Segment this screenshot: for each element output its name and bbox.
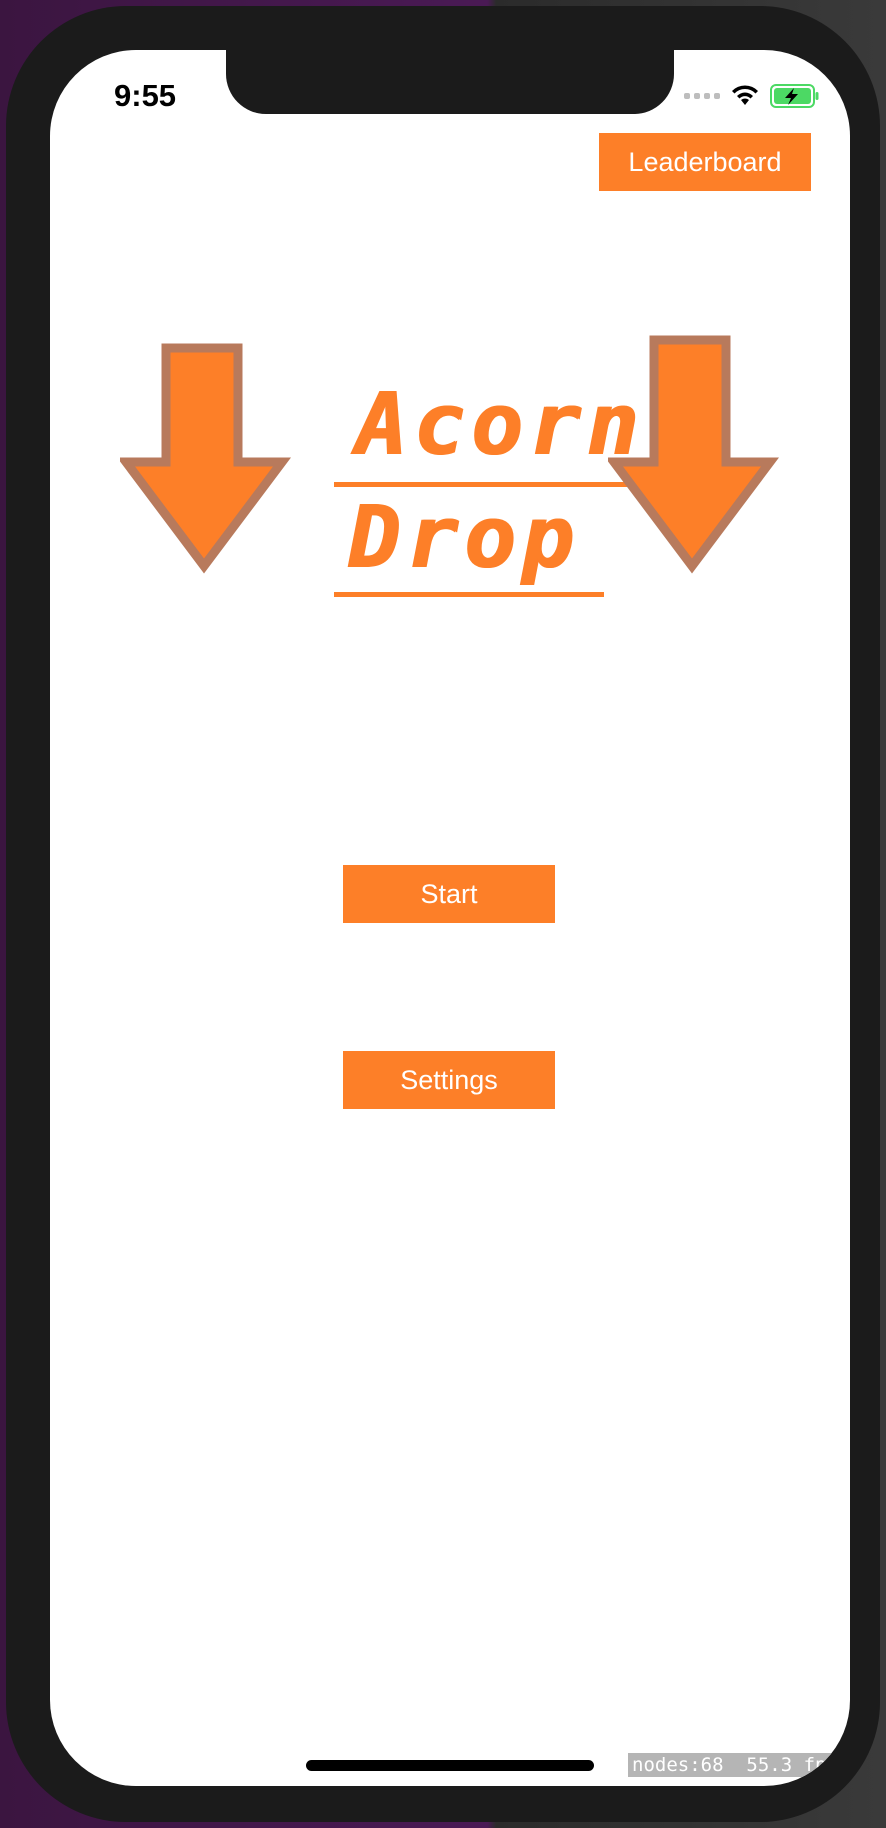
wifi-icon	[732, 85, 758, 105]
notch	[226, 50, 674, 114]
start-button[interactable]: Start	[343, 865, 555, 923]
arrow-down-icon	[608, 335, 779, 574]
logo-title-line-2: Drop	[348, 488, 580, 588]
game-logo: Acorn Drop	[120, 335, 800, 610]
battery-charging-icon	[770, 84, 819, 108]
home-indicator[interactable]	[306, 1760, 594, 1771]
phone-frame: 9:55 Leaderboard Acorn Drop Start Settin…	[6, 6, 880, 1822]
app-screen: 9:55 Leaderboard Acorn Drop Start Settin…	[50, 50, 850, 1786]
signal-dots-icon	[684, 93, 720, 99]
status-time: 9:55	[114, 78, 177, 113]
status-icons	[684, 84, 820, 108]
logo-title-line-1: Acorn	[355, 375, 644, 475]
arrow-down-icon	[120, 343, 291, 574]
debug-stats-overlay: nodes:68 55.3 fps	[628, 1753, 850, 1777]
logo-underline-2	[334, 592, 604, 597]
leaderboard-button[interactable]: Leaderboard	[599, 133, 811, 191]
settings-button[interactable]: Settings	[343, 1051, 555, 1109]
